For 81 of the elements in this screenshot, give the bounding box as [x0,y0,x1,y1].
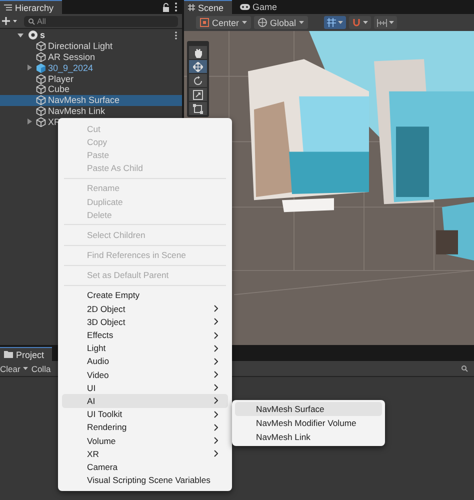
search-field[interactable]: All [24,16,178,26]
menu-item[interactable]: AI [62,394,228,408]
caret-icon [299,21,304,24]
list-icon [4,4,12,11]
menu-item[interactable]: NavMesh Modifier Volume [235,416,382,430]
menu-item[interactable]: NavMesh Surface [235,402,382,416]
add-icon[interactable] [2,16,18,26]
hierarchy-item[interactable]: Cube [0,84,182,95]
move-icon [193,62,203,72]
menu-item[interactable]: Rendering [62,420,228,434]
move-tool-button[interactable] [189,60,207,73]
clear-button[interactable]: Clear [0,364,20,374]
hierarchy-item[interactable]: Player [0,73,182,84]
grid-snap-button[interactable] [324,16,346,29]
lock-icon[interactable] [162,2,170,12]
caret-icon [338,21,344,24]
menu-item[interactable]: 2D Object [62,302,228,316]
scene-name[interactable]: s [40,30,46,40]
caret-icon[interactable] [23,367,28,370]
search-icon [28,18,35,24]
hierarchy-item[interactable]: NavMesh Link [0,106,182,116]
menu-item[interactable]: UI [62,381,228,394]
caret-icon [389,21,394,24]
snap-button[interactable] [349,16,372,29]
pivot-icon [200,18,209,27]
grid-snap-icon [327,18,336,27]
grid-icon [188,4,195,11]
ruler-icon [377,18,388,26]
cube-icon [36,84,46,94]
rect-tool-button[interactable] [189,102,207,115]
gamepad-icon [240,4,250,10]
menu-item[interactable]: 3D Object [62,315,228,328]
rotate-tool-button[interactable] [189,74,207,87]
increment-button[interactable] [374,16,398,29]
hierarchy-item[interactable]: NavMesh Surface [0,94,182,106]
menu-item[interactable]: Light [62,342,228,355]
menu-item[interactable]: Visual Scripting Scene Variables [62,474,228,487]
rotate-icon [193,76,203,86]
menu-item[interactable]: Create Empty [62,288,228,302]
search-icon[interactable] [461,365,468,372]
more-icon[interactable] [174,30,178,40]
hand-icon [194,48,202,58]
dropdown-button[interactable]: Global [254,16,308,29]
scene-row[interactable]: s [0,30,182,41]
menu-item[interactable]: Audio [62,354,228,368]
cube-icon [36,52,46,62]
hierarchy-item[interactable]: AR Session [0,52,182,62]
expand-arrow-icon[interactable] [17,32,24,39]
caret-icon [363,21,368,24]
menu-item[interactable]: UI Toolkit [62,408,228,421]
collapse-arrow-icon[interactable] [27,64,33,72]
cube-icon [36,106,46,116]
cube-icon [36,116,46,127]
hierarchy-item[interactable]: 30_9_2024 [0,62,182,74]
hierarchy-item[interactable]: Directional Light [0,40,182,52]
menu-item[interactable]: Effects [62,328,228,342]
caret-icon [242,21,248,24]
magnet-icon [352,18,362,27]
menu-item[interactable]: NavMesh Link [235,430,382,444]
dropdown-button[interactable]: Center [196,16,252,29]
folder-icon [4,351,13,358]
scale-icon [193,90,203,100]
view-tab[interactable]: Scene [184,0,232,14]
prefab-cube-icon [36,62,46,73]
cube-icon [36,41,46,52]
hand-tool-button[interactable] [189,46,207,59]
collapse-arrow-icon[interactable] [27,118,33,126]
menu-item[interactable]: XR [62,447,228,460]
view-tab[interactable]: Game [236,0,286,14]
project-tab[interactable]: Project [0,347,52,361]
rect-tool-icon [193,104,203,114]
cube-icon [36,74,46,84]
globe-icon [258,18,268,27]
menu-item[interactable]: Volume [62,434,228,448]
hierarchy-tab[interactable]: Hierarchy [0,0,62,14]
menu-item[interactable]: Camera [62,460,228,474]
cube-icon [36,95,46,106]
more-icon[interactable] [174,2,178,12]
menu-item[interactable]: Video [62,368,228,382]
collapse-button[interactable]: Colla [31,364,51,374]
scale-tool-button[interactable] [189,88,207,101]
